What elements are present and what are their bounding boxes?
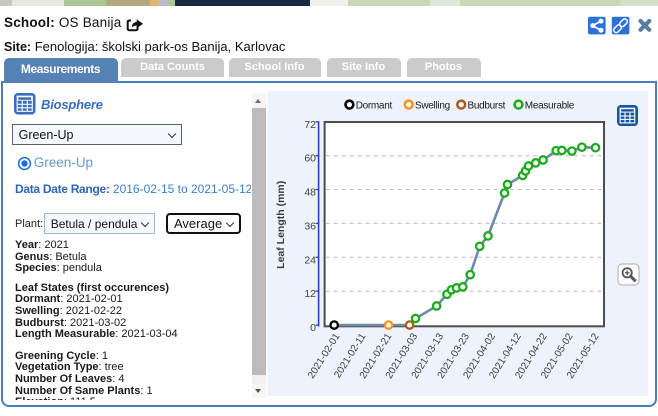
svg-text:60: 60 xyxy=(304,153,316,165)
svg-text:12: 12 xyxy=(304,288,316,300)
svg-text:36: 36 xyxy=(304,220,316,232)
svg-text:Leaf Length (mm): Leaf Length (mm) xyxy=(275,181,287,269)
svg-text:48: 48 xyxy=(304,187,316,199)
svg-text:Measurable: Measurable xyxy=(525,100,575,111)
svg-text:Dormant: Dormant xyxy=(356,100,393,111)
svg-text:Budburst: Budburst xyxy=(468,100,506,111)
svg-text:0: 0 xyxy=(310,322,316,334)
svg-text:Swelling: Swelling xyxy=(415,100,450,111)
svg-text:24: 24 xyxy=(304,254,316,266)
svg-text:72: 72 xyxy=(304,119,316,131)
